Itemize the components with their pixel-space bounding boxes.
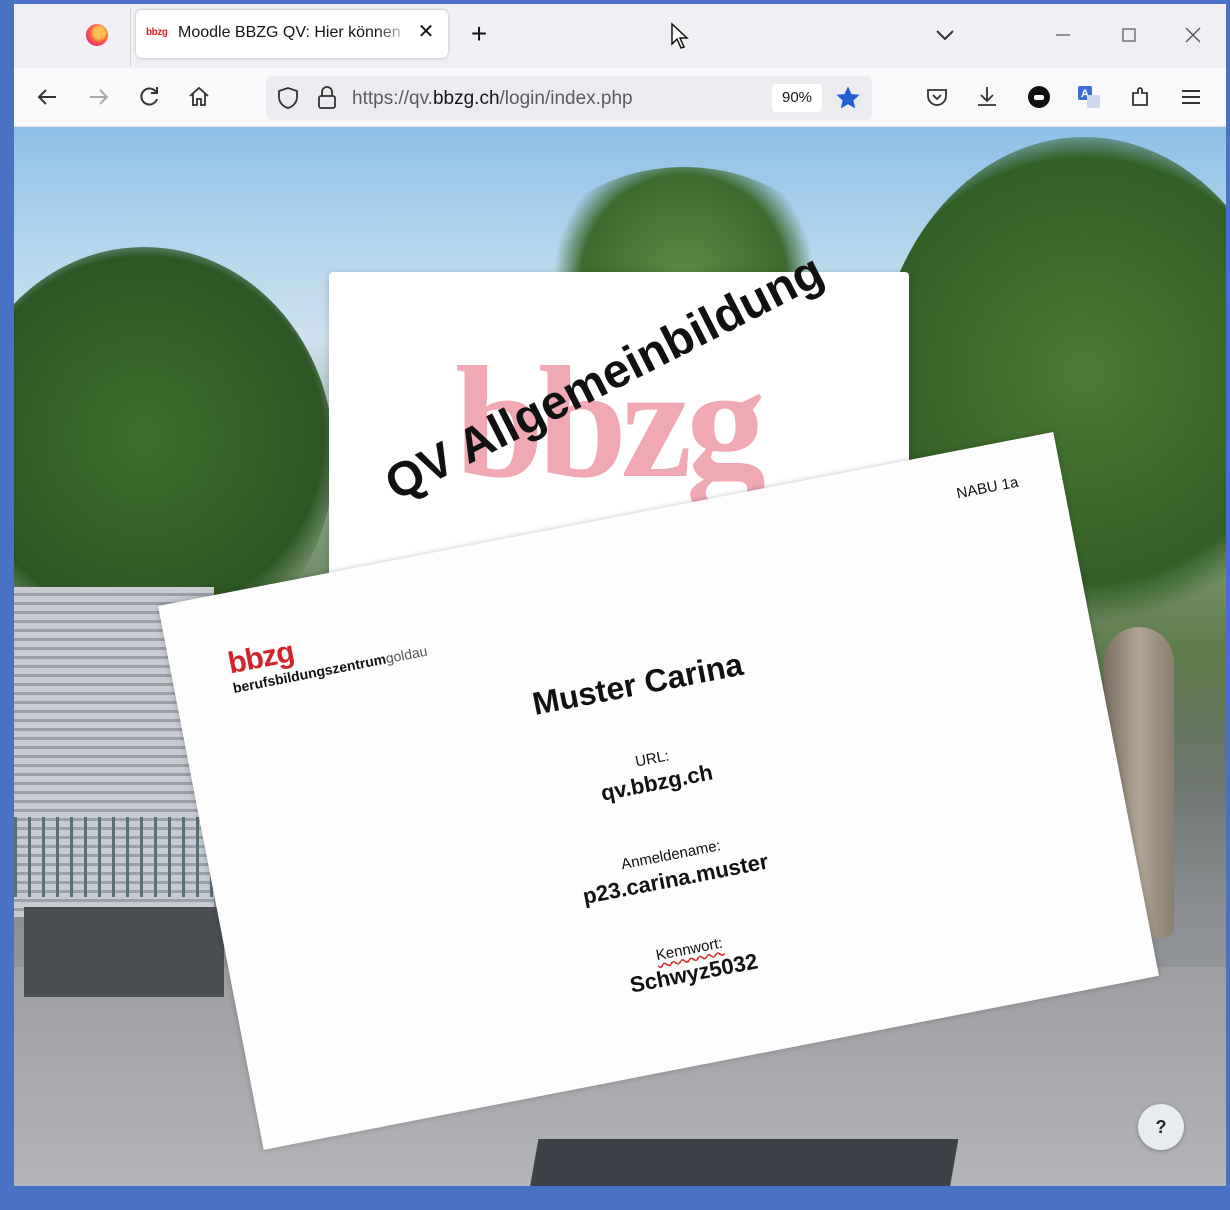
lock-icon[interactable] <box>316 85 338 111</box>
close-tab-icon[interactable]: ✕ <box>414 20 438 44</box>
extension-dark-circle-icon[interactable] <box>1026 84 1052 110</box>
tab-strip: bbzg Moodle BBZG QV: Hier können ✕ + <box>14 4 1226 68</box>
url-text[interactable]: https://qv.bbzg.ch/login/index.php <box>352 88 633 110</box>
bench <box>529 1139 959 1186</box>
bookmark-star-icon[interactable] <box>834 84 862 112</box>
back-arrow-icon[interactable] <box>34 84 60 110</box>
translate-icon[interactable]: A <box>1076 84 1102 110</box>
url-domain: bbzg.ch <box>432 88 500 109</box>
downloads-icon[interactable] <box>974 84 1000 110</box>
reload-icon[interactable] <box>136 84 162 110</box>
new-tab-button[interactable]: + <box>464 20 494 50</box>
firefox-icon[interactable] <box>86 24 108 46</box>
extensions-puzzle-icon[interactable] <box>1128 84 1154 110</box>
maximize-icon[interactable] <box>1114 20 1144 50</box>
close-window-icon[interactable] <box>1178 20 1208 50</box>
url-path: /login/index.php <box>499 88 633 109</box>
tab-moodle[interactable]: bbzg Moodle BBZG QV: Hier können ✕ <box>136 10 448 58</box>
list-all-tabs-icon[interactable] <box>934 24 956 46</box>
shield-icon[interactable] <box>276 86 300 110</box>
mouse-cursor-icon <box>671 22 689 49</box>
navigation-bar: https://qv.bbzg.ch/login/index.php 90% A <box>14 68 1226 127</box>
sheet-logo: bbzg berufsbildungszentrumgoldau <box>225 612 428 696</box>
menu-hamburger-icon[interactable] <box>1178 84 1204 110</box>
help-button[interactable]: ? <box>1138 1104 1184 1150</box>
zoom-level-button[interactable]: 90% <box>772 84 822 112</box>
bbzg-favicon-icon: bbzg <box>146 27 168 38</box>
tab-separator <box>130 8 131 66</box>
home-icon[interactable] <box>186 84 212 110</box>
url-prefix: https://qv. <box>352 88 433 109</box>
tab-title: Moodle BBZG QV: Hier können <box>178 24 401 41</box>
forward-arrow-icon[interactable] <box>86 84 112 110</box>
class-label: NABU 1a <box>955 473 1020 503</box>
url-bar[interactable]: https://qv.bbzg.ch/login/index.php 90% <box>266 76 872 120</box>
pocket-icon[interactable] <box>924 84 950 110</box>
minimize-icon[interactable] <box>1048 20 1078 50</box>
planter <box>24 907 224 997</box>
